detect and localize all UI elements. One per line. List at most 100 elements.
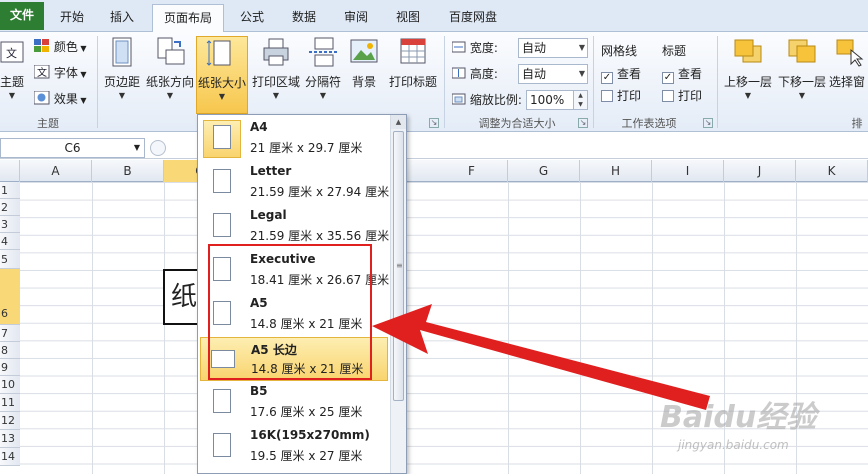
tab-formulas[interactable]: 公式 (230, 4, 274, 32)
headings-view-checkbox[interactable]: ✓ 查看 (662, 63, 702, 85)
bring-forward-button[interactable]: 上移一层 ▼ (722, 36, 774, 114)
dropdown-scrollbar[interactable]: ▲ ≡ (390, 115, 406, 473)
row-header[interactable]: 1 (0, 182, 20, 199)
row-header[interactable]: 12 (0, 412, 20, 430)
scale-value: 100% (530, 93, 565, 107)
page-icon (213, 389, 231, 413)
margins-button[interactable]: 页边距 ▼ (100, 36, 144, 114)
tab-insert[interactable]: 插入 (100, 4, 144, 32)
chevron-down-icon: ▼ (578, 43, 585, 52)
column-header[interactable]: A (20, 160, 92, 182)
colors-button[interactable]: 颜色 ▼ (34, 36, 87, 58)
print-titles-icon (397, 36, 429, 68)
breaks-label: 分隔符 (304, 75, 341, 89)
row-header[interactable]: 4 (0, 233, 20, 250)
row-header-selected[interactable]: 6 (0, 269, 20, 325)
paper-size-option-letter[interactable]: Letter 21.59 厘米 x 27.94 厘米 (200, 161, 389, 205)
column-header[interactable]: F (436, 160, 508, 182)
page-icon (213, 433, 231, 457)
tab-view[interactable]: 视图 (386, 4, 430, 32)
column-header[interactable]: K (796, 160, 868, 182)
themes-button[interactable]: 文 主题 ▼ (0, 36, 24, 114)
unchecked-box-icon (601, 90, 613, 102)
send-backward-label: 下移一层 (777, 75, 826, 89)
tab-baidu-pan[interactable]: 百度网盘 (438, 4, 508, 32)
scale-launcher-icon[interactable]: ↘ (578, 118, 588, 128)
colors-label: 颜色 (53, 40, 78, 54)
margins-icon (106, 36, 138, 68)
group-divider (444, 36, 445, 128)
row-header[interactable]: 14 (0, 448, 20, 466)
column-header[interactable]: H (580, 160, 652, 182)
paper-dims: 17.6 厘米 x 25 厘米 (250, 405, 363, 419)
sheet-options-group-label: 工作表选项 (621, 117, 677, 130)
paper-size-option-a4[interactable]: A4 21 厘米 x 29.7 厘米 (200, 117, 388, 161)
scale-label: 缩放比例: (469, 93, 522, 107)
row-header[interactable]: 8 (0, 342, 20, 359)
scrollbar-thumb[interactable]: ≡ (393, 131, 404, 401)
ribbon-body: 文 主题 ▼ 颜色 ▼ 文 字体 ▼ 效果 ▼ 主题 页边距 ▼ 纸张方向 ▼ … (0, 32, 868, 132)
formula-bar-splitter-icon[interactable] (150, 140, 166, 156)
column-header[interactable]: B (92, 160, 164, 182)
breaks-button[interactable]: 分隔符 ▼ (303, 36, 343, 114)
themes-group-label: 主题 (37, 117, 59, 130)
headings-print-checkbox[interactable]: 打印 (662, 85, 702, 107)
row-header[interactable]: 13 (0, 430, 20, 448)
name-box-value: C6 (64, 141, 81, 155)
paper-size-option-legal[interactable]: Legal 21.59 厘米 x 35.56 厘米 (200, 205, 389, 249)
selection-pane-label: 选择窗 (829, 75, 866, 89)
orientation-button[interactable]: 纸张方向 ▼ (145, 36, 195, 114)
send-backward-button[interactable]: 下移一层 ▼ (776, 36, 828, 114)
sheet-options-launcher-icon[interactable]: ↘ (703, 118, 713, 128)
printer-icon (260, 36, 292, 68)
tab-data[interactable]: 数据 (282, 4, 326, 32)
row-header[interactable]: 7 (0, 325, 20, 342)
print-area-button[interactable]: 打印区域 ▼ (250, 36, 302, 114)
name-box[interactable]: C6 ▼ (0, 138, 145, 158)
themes-icon: 文 (0, 36, 24, 68)
breaks-icon (307, 36, 339, 68)
print-titles-button[interactable]: 打印标题 (385, 36, 441, 114)
row-header[interactable]: 2 (0, 199, 20, 216)
column-header[interactable]: I (652, 160, 724, 182)
width-label: 宽度: (469, 41, 498, 55)
background-button[interactable]: 背景 (345, 36, 383, 114)
scale-spinner[interactable]: ▲ ▼ (574, 90, 588, 110)
headings-print-label: 打印 (678, 89, 703, 103)
row-header[interactable]: 5 (0, 250, 20, 269)
gridlines-print-checkbox[interactable]: 打印 (601, 85, 641, 107)
page-setup-launcher-icon[interactable]: ↘ (429, 118, 439, 128)
column-gridline (508, 182, 509, 474)
check-icon: ✓ (662, 72, 674, 84)
column-header[interactable]: J (724, 160, 796, 182)
tab-file[interactable]: 文件 (0, 2, 44, 30)
scroll-up-arrow-icon[interactable]: ▲ (391, 115, 406, 129)
bring-forward-icon (732, 36, 764, 68)
column-gridline (652, 182, 653, 474)
width-select[interactable]: 自动 ▼ (518, 38, 588, 58)
selection-pane-button[interactable]: 选择窗 (829, 36, 868, 114)
group-divider (717, 36, 718, 128)
column-header[interactable]: G (508, 160, 580, 182)
tab-home[interactable]: 开始 (52, 4, 92, 32)
effects-button[interactable]: 效果 ▼ (33, 88, 87, 110)
row-header[interactable]: 3 (0, 216, 20, 233)
watermark-url: jingyan.baidu.com (678, 438, 789, 452)
paper-size-option-b5[interactable]: B5 17.6 厘米 x 25 厘米 (200, 381, 388, 425)
select-all-corner[interactable] (0, 160, 20, 182)
scale-input[interactable]: 100% (526, 90, 574, 110)
row-header[interactable]: 9 (0, 359, 20, 376)
selection-pane-icon (833, 36, 865, 68)
row-header[interactable]: 10 (0, 376, 20, 394)
tab-page-layout[interactable]: 页面布局 (152, 4, 224, 33)
paper-size-option-16k[interactable]: 16K(195x270mm) 19.5 厘米 x 27 厘米 (200, 425, 388, 469)
height-value: 自动 (522, 67, 547, 81)
fonts-button[interactable]: 文 字体 ▼ (33, 62, 87, 84)
gridlines-view-checkbox[interactable]: ✓ 查看 (601, 63, 641, 85)
width-icon (451, 41, 466, 53)
tab-review[interactable]: 审阅 (334, 4, 378, 32)
paper-size-button[interactable]: 纸张大小 ▼ (196, 36, 248, 114)
arrange-group-label: 排 (851, 117, 863, 130)
height-select[interactable]: 自动 ▼ (518, 64, 588, 84)
row-header[interactable]: 11 (0, 394, 20, 412)
